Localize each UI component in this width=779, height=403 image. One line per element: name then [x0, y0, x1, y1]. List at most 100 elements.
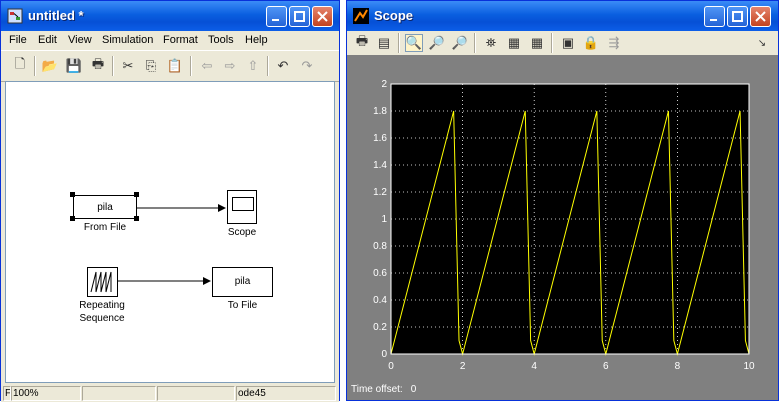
model-canvas[interactable]: pila From File Scope Repeating Sequence … — [5, 81, 335, 383]
menu-tools[interactable]: Tools — [208, 34, 234, 46]
time-offset: Time offset: 0 — [351, 384, 416, 395]
model-toolbar: 🗋 📂 💾 🖶 ✂ ⎘ 📋 ⇦ ⇨ ⇧ ↶ ↷ — [1, 50, 339, 82]
scope-chart[interactable]: 0 2 4 6 8 10 0 0.2 0.4 0.6 0.8 1 1.2 1.4 1.6 1.8 2 — [347, 55, 778, 400]
minimize-button[interactable] — [704, 6, 725, 27]
x-tick-label: 0 — [388, 361, 394, 372]
x-tick-label: 4 — [531, 361, 537, 372]
maximize-icon — [294, 11, 305, 22]
zoom-y-icon: 🔎 — [451, 35, 469, 50]
scope-plot-area: 0 2 4 6 8 10 0 0.2 0.4 0.6 0.8 1 1.2 1.4 1.6 1.8 2 — [347, 55, 778, 400]
print-button[interactable]: 🖶 — [89, 56, 107, 75]
selection-handle[interactable] — [134, 216, 139, 221]
maximize-icon — [732, 11, 743, 22]
from-file-block[interactable]: pila — [73, 195, 137, 219]
scope-print-button[interactable]: 🖶 — [353, 33, 371, 52]
undo-icon: ↶ — [277, 58, 289, 73]
maximize-button[interactable] — [727, 6, 748, 27]
status-panel-empty — [82, 386, 156, 401]
paste-icon: 📋 — [166, 58, 184, 73]
y-tick-label: 0.8 — [373, 241, 387, 252]
minimize-icon — [710, 19, 717, 21]
model-title: untitled * — [28, 8, 84, 23]
signal-selection-button[interactable]: ⇶ — [605, 34, 623, 52]
parameters-icon: ▤ — [377, 35, 391, 50]
floating-scope-button[interactable]: ▣ — [559, 34, 577, 52]
y-tick-label: 2 — [381, 79, 387, 90]
save-axes-icon: ▦ — [507, 35, 521, 50]
model-titlebar[interactable]: untitled * — [1, 1, 339, 31]
matlab-icon — [353, 8, 369, 24]
binoculars-icon: ⛯ — [485, 35, 497, 50]
scope-titlebar[interactable]: Scope — [347, 1, 778, 31]
scope-label: Scope — [227, 227, 257, 238]
x-tick-label: 8 — [675, 361, 681, 372]
close-button[interactable] — [750, 6, 771, 27]
y-tick-label: 1.4 — [373, 160, 387, 171]
forward-button[interactable]: ⇨ — [221, 57, 239, 75]
selection-handle[interactable] — [134, 192, 139, 197]
selection-handle[interactable] — [70, 216, 75, 221]
x-tick-label: 10 — [743, 361, 755, 372]
menu-edit[interactable]: Edit — [38, 34, 57, 46]
menu-format[interactable]: Format — [163, 34, 198, 46]
zoom-x-button[interactable]: 🔎 — [428, 34, 446, 52]
redo-icon: ↷ — [301, 58, 313, 73]
repeating-label-line1: Repeating — [79, 300, 125, 311]
redo-button[interactable]: ↷ — [298, 57, 316, 75]
autoscale-button[interactable]: ⛯ — [482, 34, 500, 52]
sawtooth-icon — [90, 271, 112, 293]
to-file-block-text: pila — [234, 276, 251, 287]
scope-block[interactable] — [227, 190, 257, 224]
close-button[interactable] — [312, 6, 333, 27]
status-zoom: 100% — [11, 386, 81, 401]
to-file-label: To File — [227, 300, 258, 311]
arrow-right-icon: ⇨ — [224, 58, 236, 73]
model-window: untitled * File Edit View Simulation For… — [0, 0, 340, 402]
dock-arrow-icon: ↘ — [757, 37, 767, 49]
minimize-button[interactable] — [266, 6, 287, 27]
menu-simulation[interactable]: Simulation — [102, 34, 153, 46]
to-file-block[interactable]: pila — [212, 267, 273, 297]
restore-axes-button[interactable]: ▦ — [528, 34, 546, 52]
scissors-icon: ✂ — [122, 58, 134, 73]
open-folder-icon: 📂 — [41, 58, 59, 73]
maximize-button[interactable] — [289, 6, 310, 27]
new-model-button[interactable]: 🗋 — [11, 56, 29, 75]
open-button[interactable]: 📂 — [41, 57, 59, 75]
zoom-y-button[interactable]: 🔎 — [451, 34, 469, 52]
toolbar-dock-button[interactable]: ↘ — [753, 34, 771, 52]
save-button[interactable]: 💾 — [65, 57, 83, 75]
menu-file[interactable]: File — [9, 34, 27, 46]
time-offset-value: 0 — [410, 384, 417, 395]
save-axes-button[interactable]: ▦ — [505, 34, 523, 52]
selection-handle[interactable] — [70, 192, 75, 197]
paste-button[interactable]: 📋 — [166, 57, 184, 75]
restore-axes-icon: ▦ — [530, 35, 544, 50]
zoom-button[interactable]: 🔍 — [405, 34, 423, 52]
minimize-icon — [272, 19, 279, 21]
from-file-label: From File — [83, 222, 127, 233]
status-panel-empty — [157, 386, 235, 401]
y-tick-label: 0 — [381, 349, 387, 360]
cut-button[interactable]: ✂ — [119, 57, 137, 75]
up-button[interactable]: ⇧ — [244, 57, 262, 75]
x-tick-label: 2 — [460, 361, 466, 372]
lock-button[interactable]: 🔒 — [582, 34, 600, 52]
y-tick-label: 0.2 — [373, 322, 387, 333]
copy-button[interactable]: ⎘ — [142, 57, 160, 75]
lock-icon: 🔒 — [582, 35, 600, 50]
menu-help[interactable]: Help — [245, 34, 268, 46]
y-tick-label: 1 — [381, 214, 387, 225]
repeating-sequence-block[interactable] — [87, 267, 118, 297]
back-button[interactable]: ⇦ — [198, 57, 216, 75]
scope-toolbar: 🖶 ▤ 🔍 🔎 🔎 ⛯ ▦ ▦ ▣ 🔒 ⇶ ↘ — [347, 31, 778, 55]
print-icon: 🖶 — [91, 56, 105, 71]
undo-button[interactable]: ↶ — [274, 57, 292, 75]
parameters-button[interactable]: ▤ — [375, 34, 393, 52]
copy-icon: ⎘ — [145, 58, 157, 73]
menu-view[interactable]: View — [68, 34, 92, 46]
status-f: F — [3, 386, 11, 401]
scope-title: Scope — [374, 8, 414, 23]
y-tick-label: 1.2 — [373, 187, 387, 198]
model-statusbar: F 100% ode45 — [1, 385, 339, 402]
